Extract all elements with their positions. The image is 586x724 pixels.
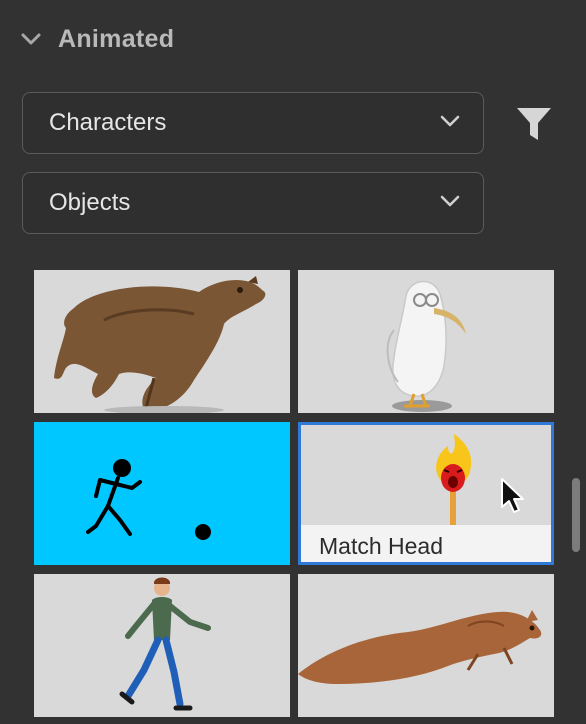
asset-tile-walking-man[interactable]	[34, 574, 290, 717]
seagull-thumbnail	[386, 280, 466, 412]
filter-icon	[514, 108, 554, 148]
tile-caption: Match Head	[301, 525, 551, 562]
chevron-down-icon	[439, 114, 461, 133]
asset-tile-squirrel[interactable]	[298, 574, 554, 717]
filter-button[interactable]	[514, 104, 554, 144]
characters-dropdown[interactable]: Characters	[22, 92, 484, 154]
stick-figure-thumbnail	[86, 459, 211, 540]
walking-man-thumbnail	[119, 577, 211, 711]
section-header-animated[interactable]: Animated	[18, 18, 174, 60]
scrollbar-thumb[interactable]	[572, 478, 580, 552]
asset-grid: Match Head	[34, 270, 554, 724]
bear-thumbnail	[54, 276, 266, 413]
dropdown-value: Objects	[49, 189, 131, 216]
asset-tile-bear[interactable]	[34, 270, 290, 413]
asset-tile-stick-figure[interactable]	[34, 422, 290, 565]
dropdown-value: Characters	[49, 109, 167, 136]
asset-tile-seagull[interactable]	[298, 270, 554, 413]
asset-tile-match-head[interactable]: Match Head	[298, 422, 554, 565]
objects-dropdown[interactable]: Objects	[22, 172, 484, 234]
chevron-down-icon	[18, 29, 44, 49]
section-title: Animated	[58, 24, 175, 53]
squirrel-thumbnail	[298, 610, 542, 684]
chevron-down-icon	[439, 194, 461, 213]
